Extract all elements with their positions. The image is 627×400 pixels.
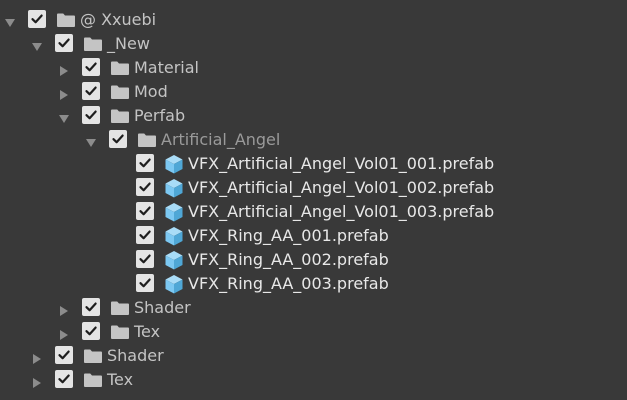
foldout-expanded-icon[interactable] [31, 38, 43, 51]
tree-row[interactable]: VFX_Ring_AA_001.prefab [0, 224, 627, 248]
tree-row[interactable]: VFX_Ring_AA_003.prefab [0, 272, 627, 296]
tree-row[interactable]: Tex [0, 368, 627, 392]
tree-row[interactable]: Artificial_Angel [0, 128, 627, 152]
tree-row[interactable]: Mod [0, 80, 627, 104]
include-checkbox[interactable] [109, 130, 127, 148]
tree-item-label: VFX_Artificial_Angel_Vol01_003.prefab [188, 202, 495, 221]
tree-item-label: Mod [134, 82, 168, 101]
foldout-collapsed-icon[interactable] [58, 302, 70, 316]
tree-item-label: Shader [134, 298, 191, 317]
checkmark-icon [112, 134, 124, 144]
include-checkbox[interactable] [82, 106, 100, 124]
tree-row[interactable]: VFX_Ring_AA_002.prefab [0, 248, 627, 272]
foldout-collapsed-icon[interactable] [31, 374, 43, 388]
checkmark-icon [139, 182, 151, 192]
include-checkbox[interactable] [82, 82, 100, 100]
include-checkbox[interactable] [136, 178, 154, 196]
tree-item-label: VFX_Ring_AA_001.prefab [188, 226, 389, 245]
checkmark-icon [139, 158, 151, 168]
package-tree: @ Xxuebi _New Material Mod Perfab Artificial_… [0, 8, 627, 392]
include-checkbox[interactable] [136, 154, 154, 172]
tree-item-label: VFX_Artificial_Angel_Vol01_002.prefab [188, 178, 495, 197]
checkmark-icon [85, 86, 97, 96]
foldout-expanded-icon[interactable] [58, 110, 70, 123]
include-checkbox[interactable] [82, 322, 100, 340]
prefab-cube-icon [164, 202, 184, 226]
folder-icon [110, 84, 130, 104]
folder-icon [137, 132, 157, 152]
include-checkbox[interactable] [82, 298, 100, 316]
tree-item-label: Tex [134, 322, 161, 341]
prefab-cube-icon [164, 226, 184, 250]
checkmark-icon [139, 206, 151, 216]
tree-row[interactable]: Perfab [0, 104, 627, 128]
prefab-cube-icon [164, 274, 184, 298]
include-checkbox[interactable] [55, 34, 73, 52]
tree-item-label: Perfab [134, 106, 186, 125]
folder-icon [83, 36, 103, 56]
include-checkbox[interactable] [55, 370, 73, 388]
folder-icon [110, 60, 130, 80]
include-checkbox[interactable] [28, 10, 46, 28]
tree-row[interactable]: Shader [0, 344, 627, 368]
folder-icon [110, 300, 130, 320]
tree-item-label: Tex [107, 370, 134, 389]
tree-item-label: VFX_Ring_AA_002.prefab [188, 250, 389, 269]
include-checkbox[interactable] [136, 274, 154, 292]
checkmark-icon [58, 374, 70, 384]
tree-row[interactable]: Tex [0, 320, 627, 344]
include-checkbox[interactable] [136, 250, 154, 268]
prefab-cube-icon [164, 154, 184, 178]
tree-item-label: VFX_Artificial_Angel_Vol01_001.prefab [188, 154, 495, 173]
foldout-collapsed-icon[interactable] [58, 326, 70, 340]
tree-item-label: VFX_Ring_AA_003.prefab [188, 274, 389, 293]
folder-icon [56, 12, 76, 32]
checkmark-icon [85, 110, 97, 120]
tree-item-label: Material [134, 58, 199, 77]
prefab-cube-icon [164, 250, 184, 274]
tree-row[interactable]: _New [0, 32, 627, 56]
checkmark-icon [58, 350, 70, 360]
include-checkbox[interactable] [136, 202, 154, 220]
foldout-expanded-icon[interactable] [85, 134, 97, 147]
include-checkbox[interactable] [55, 346, 73, 364]
foldout-collapsed-icon[interactable] [58, 62, 70, 76]
foldout-expanded-icon[interactable] [4, 14, 16, 27]
foldout-collapsed-icon[interactable] [58, 86, 70, 100]
folder-icon [110, 108, 130, 128]
tree-item-label: @ Xxuebi [80, 10, 157, 29]
checkmark-icon [31, 14, 43, 24]
checkmark-icon [139, 254, 151, 264]
folder-icon [83, 348, 103, 368]
checkmark-icon [139, 278, 151, 288]
checkmark-icon [85, 326, 97, 336]
checkmark-icon [58, 38, 70, 48]
checkmark-icon [85, 302, 97, 312]
prefab-cube-icon [164, 178, 184, 202]
checkmark-icon [85, 62, 97, 72]
folder-icon [83, 372, 103, 392]
tree-item-label: _New [107, 34, 150, 53]
tree-item-label: Shader [107, 346, 164, 365]
foldout-collapsed-icon[interactable] [31, 350, 43, 364]
folder-icon [110, 324, 130, 344]
tree-row[interactable]: VFX_Artificial_Angel_Vol01_001.prefab [0, 152, 627, 176]
tree-row[interactable]: @ Xxuebi [0, 8, 627, 32]
tree-item-label: Artificial_Angel [161, 130, 281, 149]
tree-row[interactable]: Shader [0, 296, 627, 320]
include-checkbox[interactable] [82, 58, 100, 76]
checkmark-icon [139, 230, 151, 240]
tree-row[interactable]: VFX_Artificial_Angel_Vol01_002.prefab [0, 176, 627, 200]
include-checkbox[interactable] [136, 226, 154, 244]
tree-row[interactable]: Material [0, 56, 627, 80]
tree-row[interactable]: VFX_Artificial_Angel_Vol01_003.prefab [0, 200, 627, 224]
